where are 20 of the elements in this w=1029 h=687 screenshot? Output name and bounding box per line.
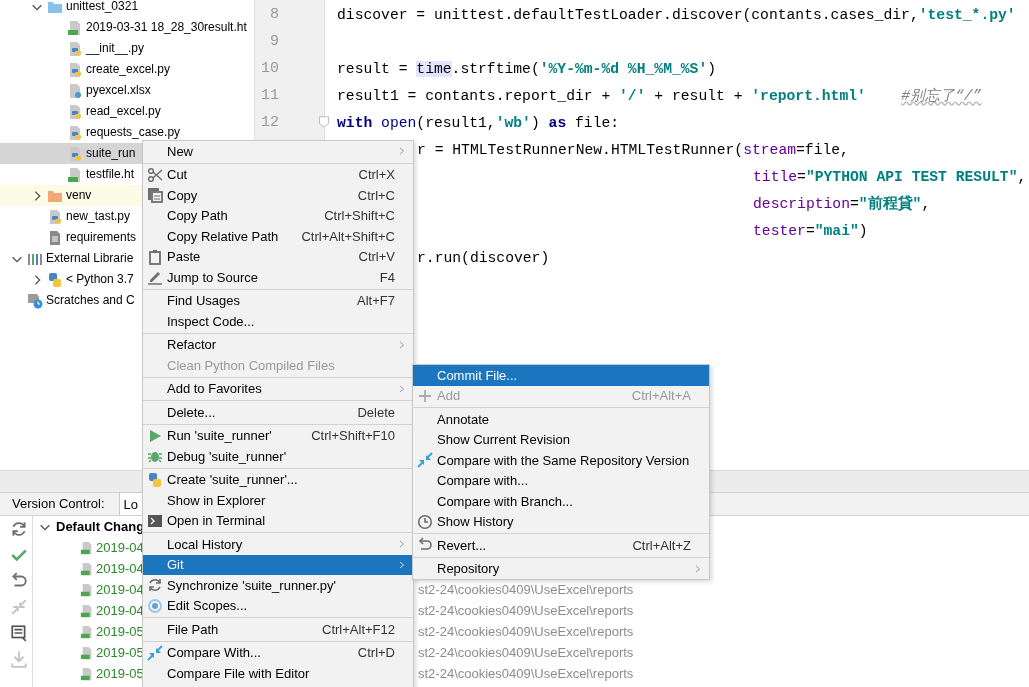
tool-window-label: Version Control: (12, 495, 105, 514)
line-number: 10 (261, 59, 279, 80)
code-line: discover = unittest.defaultTestLoader.discover(contants.cases_dir,'test_*.py' (337, 6, 1016, 25)
line-number: 11 (261, 86, 279, 107)
code-line: result1 = contants.report_dir + '/' + result + 'report.html' #别忘了“/” (337, 86, 982, 106)
file-path: st2-24\cookies0409\UseExcel\reports (418, 601, 634, 620)
code-line: tester="mai") (753, 222, 868, 241)
file-path: st2-24\cookies0409\UseExcel\reports (418, 643, 634, 662)
file-path: st2-24\cookies0409\UseExcel\reports (418, 580, 634, 599)
code-line: with open(result1,'wb') as file: (337, 114, 620, 133)
code-line: result = time.strftime('%Y-%m-%d %H_%M_%S') (337, 60, 717, 79)
line-number: 12 (261, 113, 279, 134)
code-line: r.run(discover) (417, 249, 550, 268)
file-path: st2-24\cookies0409\UseExcel\reports (418, 664, 634, 683)
code-line: r = HTMLTestRunnerNew.HTMLTestRunner(stream=file, (417, 141, 849, 160)
line-number: 9 (270, 32, 279, 53)
line-number: 8 (270, 5, 279, 26)
code-line: description="前程貸", (753, 194, 931, 214)
file-path: st2-24\cookies0409\UseExcel\reports (418, 622, 634, 641)
code-line: title="PYTHON API TEST RESULT", (753, 168, 1027, 187)
